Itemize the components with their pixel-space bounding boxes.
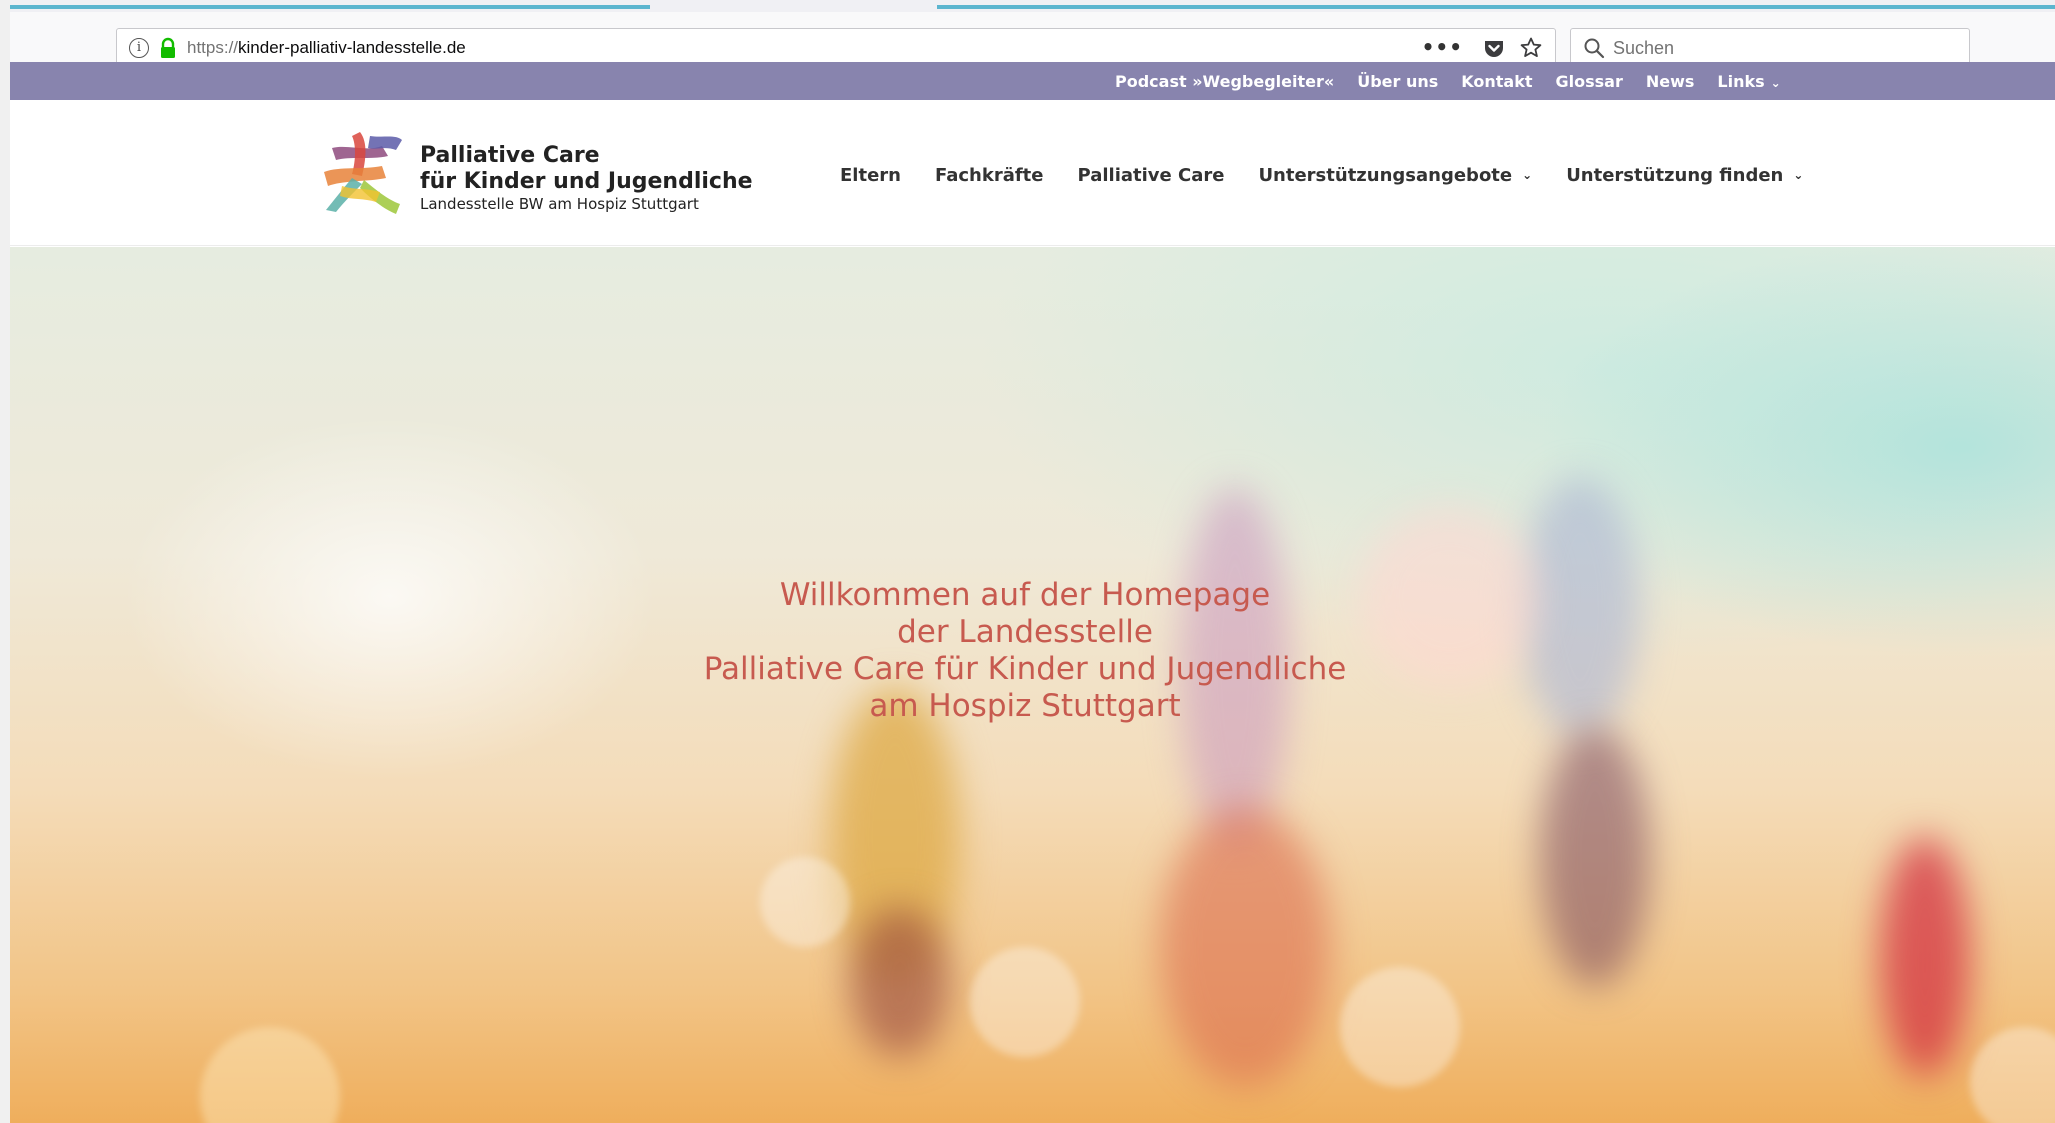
url-protocol: https:// (187, 38, 239, 57)
hero-photo-figure (850, 907, 950, 1057)
chevron-down-icon: ⌄ (1793, 168, 1804, 182)
hero-line-1: Willkommen auf der Homepage (779, 577, 1271, 613)
top-link-links-label: Links (1717, 71, 1765, 91)
hero-photo-bokeh (760, 857, 850, 947)
logo-line-2: für Kinder und Jugendliche (420, 169, 753, 194)
hero-photo-bokeh (970, 947, 1080, 1057)
site-header: Palliative Care für Kinder und Jugendlic… (10, 100, 2055, 246)
search-input[interactable]: Suchen (1613, 38, 1674, 59)
nav-item-fachkraefte[interactable]: Fachkräfte (935, 165, 1044, 186)
top-link-about[interactable]: Über uns (1357, 72, 1438, 91)
lock-icon[interactable] (157, 37, 179, 59)
hero-photo-bokeh (1970, 1027, 2055, 1123)
hero-photo-figure (1540, 727, 1650, 987)
main-navigation: Eltern Fachkräfte Palliative Care Unters… (840, 150, 1837, 200)
nav-item-palliative-care[interactable]: Palliative Care (1078, 165, 1225, 186)
hero-photo-bokeh (200, 1027, 340, 1123)
top-link-podcast[interactable]: Podcast »Wegbegleiter« (1115, 72, 1334, 91)
nav-item-unterstuetzung-finden-label: Unterstützung finden (1566, 164, 1784, 186)
search-icon (1584, 38, 1605, 59)
page-actions-button[interactable]: ••• (1422, 35, 1463, 59)
hero-photo-figure (1880, 837, 1970, 1077)
hero-photo-bokeh (1340, 967, 1460, 1087)
top-link-glossary[interactable]: Glossar (1556, 72, 1623, 91)
window-edge (0, 0, 10, 1123)
tab-indicator[interactable] (937, 5, 2055, 9)
tab-indicator[interactable] (10, 5, 650, 9)
hero-banner: Willkommen auf der Homepage der Landesst… (10, 247, 2055, 1123)
top-link-links[interactable]: Links ⌄ (1717, 72, 1780, 91)
nav-item-eltern[interactable]: Eltern (840, 165, 901, 186)
chevron-down-icon: ⌄ (1522, 168, 1533, 182)
hero-photo-figure (1160, 807, 1330, 1087)
nav-item-unterstuetzung-finden[interactable]: Unterstützung finden ⌄ (1566, 165, 1803, 186)
site-top-bar: Podcast »Wegbegleiter« Über uns Kontakt … (10, 62, 2055, 100)
nav-item-unterstuetzungsangebote-label: Unterstützungsangebote (1258, 164, 1513, 186)
hero-line-4: am Hospiz Stuttgart (869, 688, 1181, 724)
pocket-icon[interactable] (1483, 37, 1505, 59)
star-icon[interactable] (1519, 36, 1543, 60)
hero-line-2: der Landesstelle (897, 614, 1153, 650)
logo-text[interactable]: Palliative Care für Kinder und Jugendlic… (420, 143, 753, 214)
tab-bar (10, 0, 2055, 12)
url-text[interactable]: https://kinder-palliativ-landesstelle.de (187, 38, 466, 58)
hero-line-3: Palliative Care für Kinder und Jugendlic… (703, 651, 1347, 687)
info-icon[interactable]: i (129, 38, 149, 58)
nav-item-unterstuetzungsangebote[interactable]: Unterstützungsangebote ⌄ (1258, 165, 1532, 186)
top-links: Podcast »Wegbegleiter« Über uns Kontakt … (1115, 62, 1804, 100)
browser-toolbar: i https://kinder-palliativ-landesstelle.… (10, 12, 2055, 68)
logo-line-1: Palliative Care (420, 143, 600, 168)
logo-icon[interactable] (322, 130, 404, 214)
top-link-contact[interactable]: Kontakt (1461, 72, 1532, 91)
hero-welcome-text: Willkommen auf der Homepage der Landesst… (10, 577, 2040, 725)
chevron-down-icon: ⌄ (1770, 75, 1781, 90)
url-host: kinder-palliativ-landesstelle.de (238, 38, 466, 57)
top-link-news[interactable]: News (1646, 72, 1695, 91)
logo-line-3: Landesstelle BW am Hospiz Stuttgart (420, 195, 699, 213)
